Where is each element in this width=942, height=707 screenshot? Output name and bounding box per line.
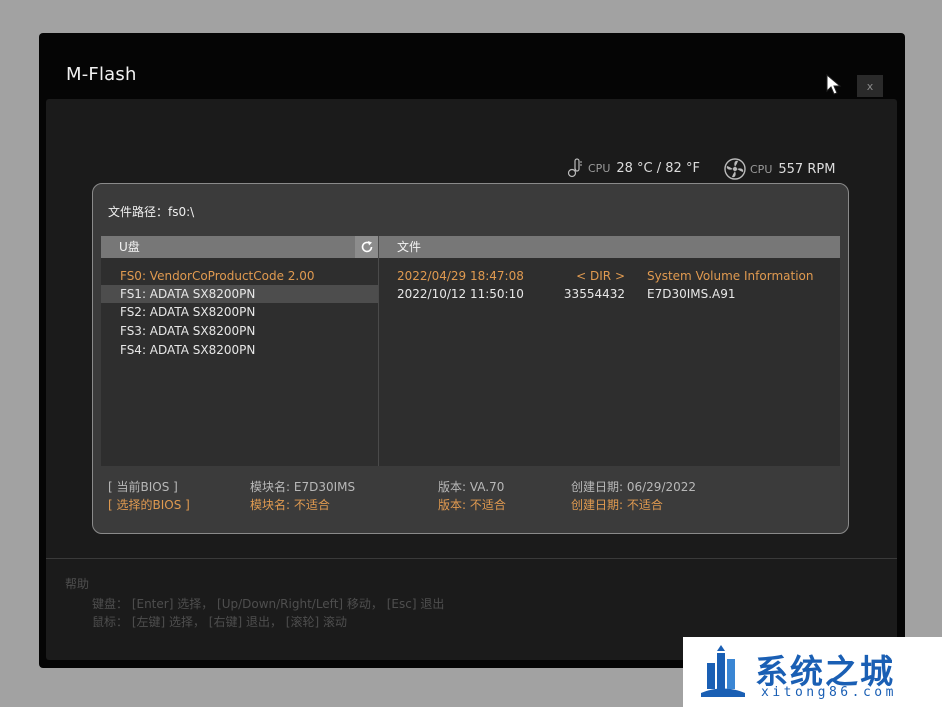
- divider: [46, 558, 897, 559]
- file-name: E7D30IMS.A91: [647, 287, 736, 301]
- help-mouse: 鼠标： [左键] 选择， [右键] 退出， [滚轮] 滚动: [92, 615, 347, 629]
- refresh-button[interactable]: [355, 236, 378, 258]
- drive-item-fs3[interactable]: FS3: ADATA SX8200PN: [101, 322, 378, 340]
- cpu-fan-label: CPU: [750, 162, 773, 176]
- drive-item-fs4[interactable]: FS4: ADATA SX8200PN: [101, 341, 378, 359]
- file-date: 2022/10/12 11:50:10: [397, 287, 524, 301]
- drive-item-fs0[interactable]: FS0: VendorCoProductCode 2.00: [101, 267, 378, 285]
- current-bios-label: [ 当前BIOS ]: [108, 480, 178, 494]
- help-title: 帮助: [65, 577, 90, 591]
- file-browser-dialog: 文件路径：fs0:\ U盘 FS0: VendorCoProductCode 2…: [92, 183, 849, 534]
- drive-list-header: U盘: [101, 236, 355, 258]
- mouse-pointer-icon: [826, 74, 842, 95]
- cpu-fan-value: 557 RPM: [778, 161, 836, 177]
- m-flash-window: M-Flash x CPU 28 °C / 82 °F CPU 557 RPM …: [39, 33, 905, 668]
- close-button[interactable]: x: [857, 75, 883, 97]
- help-keyboard: 键盘： [Enter] 选择， [Up/Down/Right/Left] 移动，…: [92, 597, 445, 611]
- refresh-icon: [361, 241, 372, 253]
- selected-bios-label: [ 选择的BIOS ]: [108, 498, 190, 512]
- drive-list-panel: U盘 FS0: VendorCoProductCode 2.00 FS1: AD…: [101, 236, 378, 466]
- file-row[interactable]: 2022/10/12 11:50:10 33554432 E7D30IMS.A9…: [379, 285, 840, 303]
- current-bios-date: 创建日期: 06/29/2022: [571, 480, 697, 494]
- current-bios-version: 版本: VA.70: [438, 480, 505, 494]
- cpu-fan-speed: CPU 557 RPM: [724, 158, 835, 180]
- cpu-temperature: CPU 28 °C / 82 °F: [566, 158, 700, 178]
- cpu-temp-value: 28 °C / 82 °F: [616, 160, 700, 176]
- window-title: M-Flash: [66, 64, 137, 85]
- watermark: 系统之城 xitong86.com: [683, 637, 942, 707]
- file-size: 33554432: [563, 287, 625, 301]
- watermark-url: xitong86.com: [761, 685, 897, 700]
- cpu-temp-label: CPU: [588, 161, 611, 175]
- selected-bios-date: 创建日期: 不适合: [571, 498, 663, 512]
- thermometer-icon: [567, 158, 582, 178]
- watermark-logo-icon: [701, 645, 745, 697]
- file-name: System Volume Information: [647, 269, 814, 283]
- current-bios-module: 模块名: E7D30IMS: [250, 480, 356, 494]
- selected-bios-module: 模块名: 不适合: [250, 498, 330, 512]
- drive-item-fs2[interactable]: FS2: ADATA SX8200PN: [101, 303, 378, 321]
- drive-item-fs1[interactable]: FS1: ADATA SX8200PN: [101, 285, 378, 303]
- file-row[interactable]: 2022/04/29 18:47:08 < DIR > System Volum…: [379, 267, 840, 285]
- fan-icon: [724, 158, 746, 180]
- file-size: < DIR >: [576, 269, 625, 283]
- file-date: 2022/04/29 18:47:08: [397, 269, 524, 283]
- file-path: 文件路径：fs0:\: [108, 205, 195, 219]
- main-panel: CPU 28 °C / 82 °F CPU 557 RPM 文件路径：fs0:\…: [46, 99, 897, 660]
- file-list-header: 文件: [379, 236, 840, 258]
- file-list-panel: 文件 2022/04/29 18:47:08 < DIR > System Vo…: [378, 236, 840, 466]
- selected-bios-version: 版本: 不适合: [438, 498, 506, 512]
